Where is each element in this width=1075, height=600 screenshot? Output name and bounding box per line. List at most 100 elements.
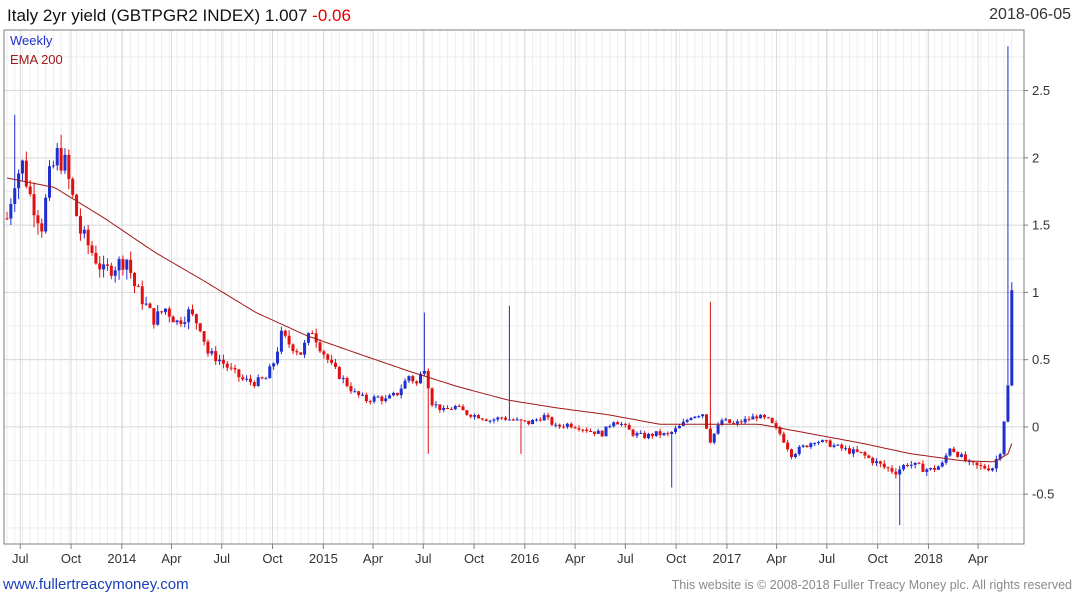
- candle-body: [465, 410, 469, 415]
- candle-body: [844, 448, 848, 450]
- candle-body: [368, 401, 372, 403]
- candle-body: [446, 408, 450, 410]
- candle-body: [299, 352, 303, 355]
- candle-body: [422, 370, 426, 374]
- candle-body: [59, 148, 63, 171]
- candle-body: [105, 264, 109, 266]
- candle-body: [581, 429, 585, 431]
- candle-body: [473, 415, 477, 417]
- candle-body: [148, 303, 152, 309]
- candle-body: [279, 330, 283, 352]
- candle-body: [434, 404, 438, 406]
- candle-body: [592, 431, 596, 434]
- candle-body: [415, 381, 419, 384]
- candle-body: [898, 469, 902, 475]
- x-tick-label: 2016: [510, 551, 539, 566]
- candle-body: [183, 322, 187, 324]
- price-change: -0.06: [312, 6, 351, 25]
- y-tick-label: 0: [1032, 419, 1039, 434]
- candle-body: [442, 408, 446, 411]
- candle-body: [125, 259, 129, 270]
- candle-body: [562, 426, 565, 428]
- candle-body: [940, 462, 944, 467]
- candle-body: [759, 414, 763, 419]
- x-tick-label: 2014: [107, 551, 136, 566]
- candle-body: [453, 405, 457, 410]
- candle-body: [747, 418, 751, 420]
- candle-body: [960, 454, 964, 457]
- candle-body: [283, 330, 287, 336]
- candle-body: [797, 446, 801, 454]
- candle-body: [871, 457, 875, 464]
- candle-body: [948, 448, 952, 456]
- candle-body: [507, 419, 511, 421]
- y-tick-label: 2: [1032, 150, 1039, 165]
- x-tick-label: Oct: [868, 551, 889, 566]
- x-tick-label: Jul: [617, 551, 634, 566]
- y-tick-label: -0.5: [1032, 487, 1054, 502]
- candle-body: [256, 377, 260, 387]
- candle-body: [430, 388, 434, 406]
- candle-body: [786, 442, 790, 450]
- candle-body: [152, 308, 156, 325]
- candle-body: [51, 165, 55, 167]
- x-tick-label: Jul: [819, 551, 836, 566]
- candle-body: [963, 454, 967, 462]
- candle-body: [631, 429, 635, 436]
- candle-body: [136, 286, 140, 288]
- x-tick-label: Oct: [262, 551, 283, 566]
- candle-body: [337, 366, 341, 379]
- candle-body: [357, 391, 361, 395]
- candle-body: [218, 359, 222, 362]
- candle-body: [187, 309, 191, 323]
- website-link[interactable]: www.fullertreacymoney.com: [3, 576, 189, 593]
- candle-body: [276, 351, 280, 364]
- candle-body: [515, 419, 519, 421]
- candle-body: [577, 428, 581, 430]
- candle-body: [133, 272, 137, 287]
- y-tick-label: 0.5: [1032, 352, 1050, 367]
- chart-grid: [4, 30, 1024, 544]
- candle-body: [840, 444, 844, 449]
- candle-body: [793, 453, 797, 458]
- candle-body: [272, 363, 276, 367]
- candle-body: [341, 378, 345, 380]
- candle-body: [782, 433, 786, 443]
- candle-body: [353, 391, 357, 393]
- candle-body: [496, 417, 500, 420]
- candle-body: [449, 409, 453, 411]
- candle-body: [214, 351, 218, 362]
- candle-body: [1006, 385, 1010, 422]
- candle-body: [492, 419, 496, 421]
- candle-body: [565, 423, 569, 427]
- candle-body: [538, 419, 542, 421]
- candle-body: [221, 359, 225, 364]
- candle-body: [438, 404, 442, 411]
- candle-body: [650, 433, 654, 436]
- candle-body: [527, 420, 531, 425]
- candle-body: [175, 320, 179, 323]
- candle-body: [751, 416, 755, 420]
- candle-body: [191, 309, 194, 315]
- candle-body: [1002, 421, 1006, 455]
- candle-body: [32, 194, 36, 216]
- candle-body: [666, 433, 670, 435]
- candle-body: [585, 429, 589, 432]
- candle-body: [121, 259, 125, 270]
- candle-body: [956, 451, 960, 457]
- x-tick-label: Jul: [12, 551, 29, 566]
- candle-body: [140, 286, 144, 305]
- candle-body: [380, 396, 384, 402]
- candle-body: [318, 342, 322, 352]
- candle-body: [461, 406, 465, 411]
- x-tick-label: Apr: [161, 551, 182, 566]
- candle-body: [326, 354, 330, 360]
- candle-body: [268, 366, 272, 379]
- candle-body: [755, 416, 759, 419]
- candle-body: [809, 443, 813, 448]
- candle-body: [426, 370, 430, 389]
- candle-body: [484, 419, 488, 421]
- candle-body: [322, 351, 326, 355]
- candle-body: [867, 455, 871, 458]
- candle-body: [589, 431, 593, 433]
